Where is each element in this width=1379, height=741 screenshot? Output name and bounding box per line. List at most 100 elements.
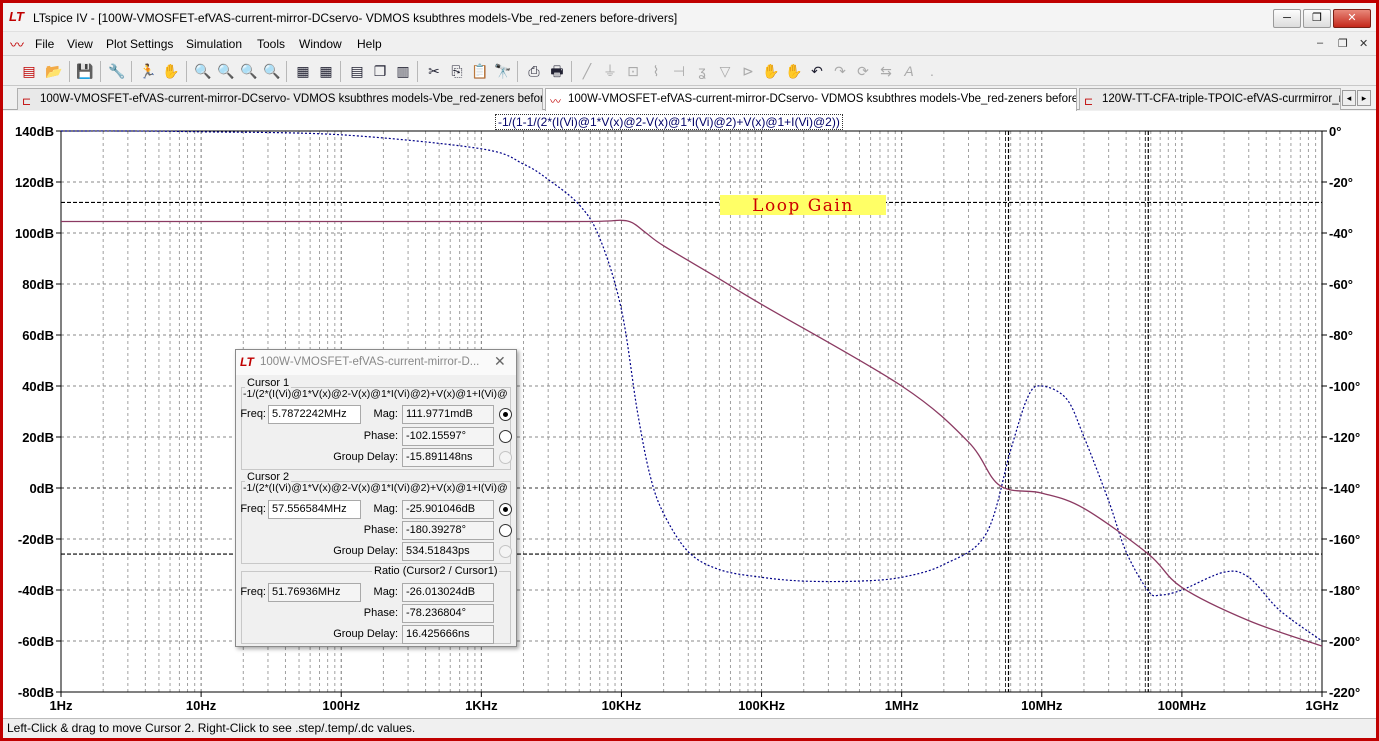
- mdi-restore-button[interactable]: ❐: [1338, 37, 1348, 50]
- toolbar-separator: [340, 61, 341, 82]
- control-panel-icon[interactable]: 🔧: [107, 61, 127, 81]
- cursor-window-titlebar[interactable]: LT 100W-VMOSFET-efVAS-current-mirror-D..…: [236, 350, 516, 375]
- ground-icon[interactable]: ⏚: [600, 61, 620, 81]
- paste-icon[interactable]: 📋: [470, 61, 490, 81]
- cursor-window-title: 100W-VMOSFET-efVAS-current-mirror-D...: [260, 356, 480, 368]
- y-right-tick-label: -180°: [1329, 583, 1360, 598]
- tab-scroll-right-button[interactable]: ▸: [1357, 90, 1371, 106]
- menu-simulation[interactable]: Simulation: [186, 37, 242, 51]
- menu-file[interactable]: File: [35, 37, 54, 51]
- cursor2-mag-radio[interactable]: [499, 503, 512, 516]
- menu-view[interactable]: View: [67, 37, 93, 51]
- bode-plot-chart[interactable]: 1Hz 10Hz 100Hz 1KHz 10KHz 100KHz 1MHz 10MHz 100M…: [3, 111, 1376, 718]
- x-tick-label: 100KHz: [738, 698, 785, 713]
- zoom-out-icon[interactable]: 🔍: [239, 61, 259, 81]
- cursor2-phase-label: Phase:: [363, 524, 398, 536]
- y-left-tick-label: -80dB: [18, 685, 54, 700]
- menu-tools[interactable]: Tools: [257, 37, 285, 51]
- print-icon[interactable]: 🖶: [547, 61, 567, 81]
- trace-expression-label[interactable]: -1/(1-1/(2*(I(Vi)@1*V(x)@2-V(x)@1*I(Vi)@…: [495, 114, 843, 130]
- menu-help[interactable]: Help: [357, 37, 382, 51]
- maximize-button[interactable]: ❐: [1303, 9, 1331, 28]
- cursor2-phase-radio[interactable]: [499, 524, 512, 537]
- autorange-icon[interactable]: ▦: [293, 61, 313, 81]
- toolbar-separator: [100, 61, 101, 82]
- cursor-window-close-icon[interactable]: ✕: [494, 353, 506, 370]
- y-right-tick-label: -80°: [1329, 328, 1353, 343]
- cursor2-group-delay-label: Group Delay:: [333, 545, 398, 557]
- move-icon[interactable]: ✋: [761, 61, 781, 81]
- cursor2-mag-value: -25.901046dB: [402, 500, 494, 519]
- y-left-tick-label: -20dB: [18, 532, 54, 547]
- diode-icon[interactable]: ▽: [715, 61, 735, 81]
- cursor1-phase-radio[interactable]: [499, 430, 512, 443]
- grid-icon[interactable]: ▦: [316, 61, 336, 81]
- print-setup-icon[interactable]: ⎙: [524, 61, 544, 81]
- cursor1-mag-radio[interactable]: [499, 408, 512, 421]
- find-icon[interactable]: 🔭: [493, 61, 513, 81]
- undo-icon[interactable]: ↶: [807, 61, 827, 81]
- cursor1-group-delay-radio[interactable]: [499, 451, 512, 464]
- ltspice-window: LT LTspice IV - [100W-VMOSFET-efVAS-curr…: [3, 3, 1376, 738]
- zoom-area-icon[interactable]: 🔍: [216, 61, 236, 81]
- y-left-tick-label: 140dB: [15, 124, 54, 139]
- toolbar-separator: [517, 61, 518, 82]
- capacitor-icon[interactable]: ⊣: [669, 61, 689, 81]
- cursor1-freq-field[interactable]: 5.7872242MHz: [268, 405, 361, 424]
- waveform-icon[interactable]: 〰: [10, 35, 24, 55]
- zoom-in-icon[interactable]: 🔍: [193, 61, 213, 81]
- redo-icon[interactable]: ↷: [830, 61, 850, 81]
- y-right-tick-label: -160°: [1329, 532, 1360, 547]
- y-left-tick-label: 0dB: [29, 481, 54, 496]
- run-icon[interactable]: 🏃: [138, 61, 158, 81]
- cursor2-phase-value: -180.39278°: [402, 521, 494, 540]
- component-icon[interactable]: ⊳: [738, 61, 758, 81]
- save-icon[interactable]: 💾: [75, 61, 95, 81]
- mdi-close-button[interactable]: ✕: [1359, 37, 1368, 50]
- toolbar-separator: [286, 61, 287, 82]
- cursor2-group-delay-radio[interactable]: [499, 545, 512, 558]
- tile-horizontal-icon[interactable]: ▤: [347, 61, 367, 81]
- new-schematic-icon[interactable]: ▤: [19, 61, 39, 81]
- close-button[interactable]: ✕: [1333, 9, 1371, 28]
- tab-scroll-left-button[interactable]: ◂: [1342, 90, 1356, 106]
- text-icon[interactable]: A: [899, 61, 919, 81]
- mdi-minimize-button[interactable]: –: [1317, 37, 1323, 49]
- tab-schematic-100w[interactable]: ⊏ 100W-VMOSFET-efVAS-current-mirror-DCse…: [17, 88, 543, 110]
- cursor2-freq-field[interactable]: 57.556584MHz: [268, 500, 361, 519]
- waveform-plot[interactable]: 1Hz 10Hz 100Hz 1KHz 10KHz 100KHz 1MHz 10MHz 100M…: [3, 111, 1376, 718]
- open-icon[interactable]: 📂: [44, 61, 64, 81]
- y-right-tick-label: -120°: [1329, 430, 1360, 445]
- cursor1-phase-label: Phase:: [363, 430, 398, 442]
- drag-icon[interactable]: ✋: [784, 61, 804, 81]
- cascade-icon[interactable]: ❐: [370, 61, 390, 81]
- zoom-fit-icon[interactable]: 🔍: [262, 61, 282, 81]
- label-net-icon[interactable]: ⊡: [623, 61, 643, 81]
- title-bar: LT LTspice IV - [100W-VMOSFET-efVAS-curr…: [3, 3, 1376, 32]
- y-left-tick-label: 80dB: [22, 277, 54, 292]
- rotate-icon[interactable]: ⟳: [853, 61, 873, 81]
- cursor-readout-window[interactable]: LT 100W-VMOSFET-efVAS-current-mirror-D..…: [235, 349, 517, 647]
- minimize-button[interactable]: ─: [1273, 9, 1301, 28]
- pan-hand-icon[interactable]: ✋: [161, 61, 181, 81]
- toolbar-separator: [186, 61, 187, 82]
- tab-waveform-100w[interactable]: 〰 100W-VMOSFET-efVAS-current-mirror-DCse…: [545, 88, 1077, 111]
- ratio-legend: Ratio (Cursor2 / Cursor1): [372, 565, 500, 577]
- cursor1-mag-label: Mag:: [373, 408, 398, 420]
- copy-icon[interactable]: ⎘: [447, 61, 467, 81]
- y-right-tick-label: 0°: [1329, 124, 1341, 139]
- menu-plot-settings[interactable]: Plot Settings: [106, 37, 173, 51]
- cursor2-mag-label: Mag:: [373, 503, 398, 515]
- mirror-icon[interactable]: ⇆: [876, 61, 896, 81]
- cut-icon[interactable]: ✂: [424, 61, 444, 81]
- spice-directive-icon[interactable]: .: [922, 61, 942, 81]
- inductor-icon[interactable]: ʓ: [692, 61, 712, 81]
- cursor1-group-delay-label: Group Delay:: [333, 451, 398, 463]
- tab-schematic-120w[interactable]: ⊏ 120W-TT-CFA-triple-TPOIC-efVAS-currmir…: [1079, 88, 1341, 110]
- y-left-tick-label: -60dB: [18, 634, 54, 649]
- menu-window[interactable]: Window: [299, 37, 342, 51]
- tile-vertical-icon[interactable]: ▥: [393, 61, 413, 81]
- resistor-icon[interactable]: ⌇: [646, 61, 666, 81]
- tab-bar: ⊏ 100W-VMOSFET-efVAS-current-mirror-DCse…: [3, 87, 1376, 111]
- wire-icon[interactable]: ╱: [577, 61, 597, 81]
